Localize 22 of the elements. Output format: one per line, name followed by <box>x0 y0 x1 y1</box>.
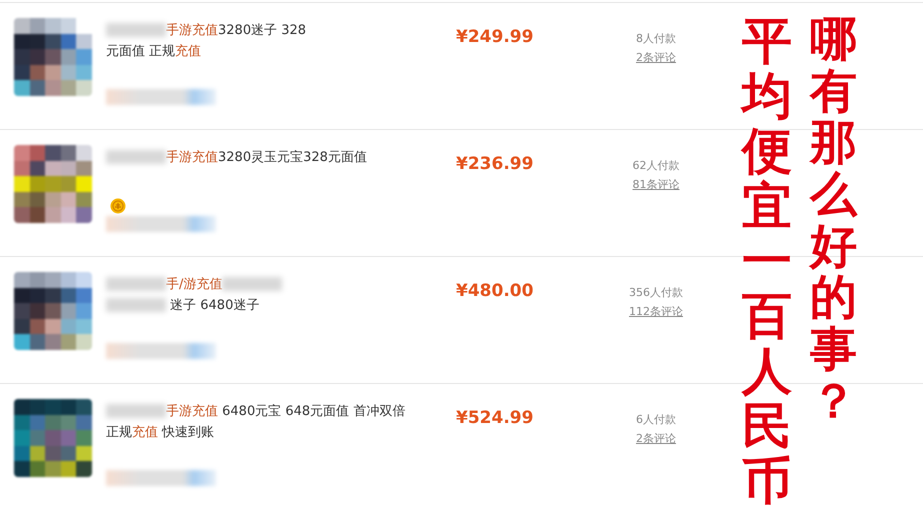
reviews-link[interactable]: 2条评论 <box>636 429 676 448</box>
reviews-link[interactable]: 2条评论 <box>636 48 676 67</box>
overlay-caption: 哪有那么好的事？ <box>810 14 858 428</box>
price: ¥249.99 <box>456 27 534 49</box>
sales-count: 8人付款 <box>636 31 676 47</box>
price: ¥236.99 <box>456 154 534 176</box>
sales-count: 62人付款 <box>632 158 680 174</box>
reviews-link[interactable]: 112条评论 <box>629 302 683 321</box>
pixelated-thumbnail[interactable] <box>14 18 92 96</box>
reviews-link[interactable]: 81条评论 <box>632 175 680 194</box>
sales-count: 6人付款 <box>636 412 676 428</box>
price: ¥524.99 <box>456 408 534 430</box>
pixelated-thumbnail[interactable] <box>14 399 92 477</box>
product-title[interactable]: 手/游充值 迷子 6480迷子 <box>106 274 282 316</box>
overlay-caption: 平均便宜一百人民币 <box>742 14 793 509</box>
pixelated-thumbnail[interactable] <box>14 145 92 223</box>
product-title[interactable]: 手游充值3280灵玉元宝328元面值 <box>106 147 367 168</box>
pixelated-thumbnail[interactable] <box>14 272 92 350</box>
price: ¥480.00 <box>456 281 534 303</box>
sales-count: 356人付款 <box>629 285 683 301</box>
product-title[interactable]: 手游充值 6480元宝 648元面值 首冲双倍 正规充值 快速到账 <box>106 401 406 443</box>
product-title[interactable]: 手游充值3280迷子 328 元面值 正规充值 <box>106 20 306 62</box>
